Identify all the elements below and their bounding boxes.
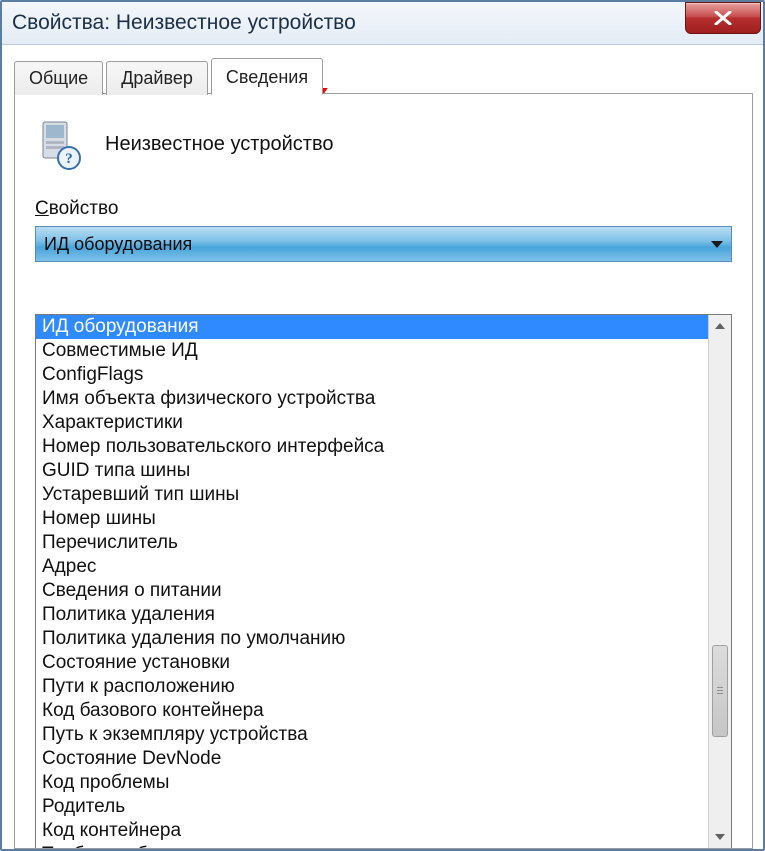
- dropdown-item[interactable]: Код базового контейнера: [36, 699, 708, 723]
- device-header: ? Неизвестное устройство: [35, 118, 732, 170]
- dropdown-item[interactable]: Номер пользовательского интерфейса: [36, 435, 708, 459]
- dropdown-item[interactable]: ConfigFlags: [36, 363, 708, 387]
- dropdown-item[interactable]: Пути к расположению: [36, 675, 708, 699]
- close-button[interactable]: [685, 2, 761, 34]
- dropdown-item[interactable]: Сведения о питании: [36, 579, 708, 603]
- tab-details[interactable]: Сведения: [211, 58, 323, 95]
- dropdown-item[interactable]: Устаревший тип шины: [36, 483, 708, 507]
- scroll-thumb[interactable]: [712, 645, 728, 737]
- tab-general[interactable]: Общие: [14, 61, 103, 95]
- dropdown-item[interactable]: Политика удаления по умолчанию: [36, 627, 708, 651]
- tab-driver[interactable]: Драйвер: [106, 61, 208, 95]
- dropdown-item[interactable]: Политика удаления: [36, 603, 708, 627]
- window-title: Свойства: Неизвестное устройство: [12, 11, 356, 35]
- svg-text:?: ?: [65, 151, 73, 167]
- dropdown-item[interactable]: GUID типа шины: [36, 459, 708, 483]
- scroll-down-button[interactable]: [709, 826, 731, 848]
- property-label: Свойство: [35, 198, 732, 220]
- dropdown-scrollbar[interactable]: [708, 315, 731, 848]
- titlebar: Свойства: Неизвестное устройство: [2, 2, 763, 45]
- dropdown-list[interactable]: ИД оборудования Совместимые ИД ConfigFla…: [36, 315, 708, 848]
- chevron-down-icon: [711, 241, 723, 248]
- dropdown-item[interactable]: Код проблемы: [36, 771, 708, 795]
- dropdown-item[interactable]: Характеристики: [36, 411, 708, 435]
- dropdown-item[interactable]: Состояние установки: [36, 651, 708, 675]
- close-icon: [714, 11, 732, 25]
- property-combobox[interactable]: ИД оборудования: [35, 226, 732, 262]
- dropdown-item[interactable]: Состояние DevNode: [36, 747, 708, 771]
- combobox-value: ИД оборудования: [44, 234, 192, 255]
- property-dropdown: ИД оборудования Совместимые ИД ConfigFla…: [35, 314, 732, 848]
- dropdown-item[interactable]: Родитель: [36, 795, 708, 819]
- dropdown-item[interactable]: Адрес: [36, 555, 708, 579]
- dropdown-item[interactable]: Имя объекта физического устройства: [36, 387, 708, 411]
- scroll-up-button[interactable]: [709, 315, 731, 337]
- device-name: Неизвестное устройство: [105, 133, 333, 156]
- chevron-up-icon: [715, 323, 725, 329]
- dropdown-item[interactable]: Перечислитель: [36, 531, 708, 555]
- dropdown-item[interactable]: Требуется безопасное удаление: [36, 843, 708, 848]
- client-area: Общие Драйвер Сведения ? Неизвестное уст…: [14, 54, 753, 849]
- dropdown-item[interactable]: Код контейнера: [36, 819, 708, 843]
- chevron-down-icon: [715, 834, 725, 840]
- dropdown-item[interactable]: Номер шины: [36, 507, 708, 531]
- dropdown-item[interactable]: ИД оборудования: [36, 315, 708, 339]
- properties-window: Свойства: Неизвестное устройство Общие Д…: [0, 0, 765, 851]
- tabpage-details: ? Неизвестное устройство Свойство ИД обо…: [14, 93, 753, 849]
- device-icon: ?: [35, 118, 87, 170]
- dropdown-item[interactable]: Совместимые ИД: [36, 339, 708, 363]
- tabstrip: Общие Драйвер Сведения: [14, 54, 753, 94]
- dropdown-item[interactable]: Путь к экземпляру устройства: [36, 723, 708, 747]
